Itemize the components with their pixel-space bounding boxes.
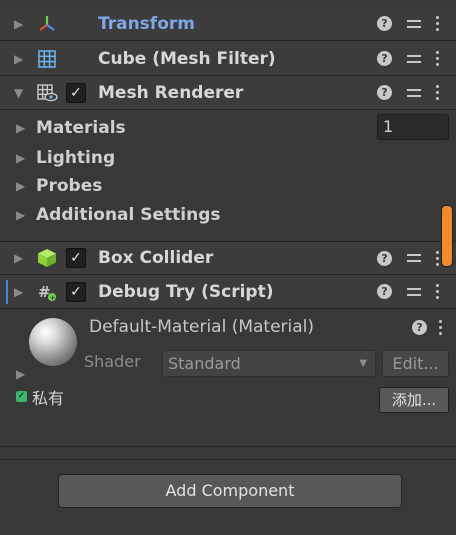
help-icon[interactable]: ? — [377, 284, 392, 299]
fold-arrow-icon[interactable]: ▶ — [16, 208, 30, 222]
component-title[interactable]: Mesh Renderer — [98, 83, 377, 103]
selection-marker — [6, 280, 8, 304]
mesh-renderer-icon — [36, 82, 58, 104]
box-collider-cube-icon — [36, 247, 58, 269]
context-menu-icon[interactable] — [436, 85, 440, 100]
component-title[interactable]: Transform — [98, 14, 377, 34]
fold-arrow-icon[interactable]: ▶ — [16, 121, 30, 135]
component-header-transform[interactable]: ▶ Transform ? — [0, 7, 456, 41]
help-icon[interactable]: ? — [377, 51, 392, 66]
context-menu-icon[interactable] — [436, 51, 440, 66]
private-checkbox[interactable]: ✓ — [16, 391, 27, 402]
fold-arrow-icon[interactable]: ▶ — [16, 151, 30, 165]
materials-count-field[interactable]: 1 — [377, 114, 449, 140]
help-icon[interactable]: ? — [412, 320, 427, 335]
context-menu-icon[interactable] — [436, 250, 440, 266]
material-preview-sphere — [29, 318, 77, 366]
scrollbar-thumb[interactable] — [441, 205, 453, 267]
presets-icon[interactable] — [406, 284, 422, 300]
context-menu-icon[interactable] — [439, 320, 443, 335]
shader-value: Standard — [168, 354, 241, 373]
presets-icon[interactable] — [406, 85, 422, 101]
presets-icon[interactable] — [406, 16, 422, 32]
add-button[interactable]: 添加... — [379, 387, 449, 413]
divider — [0, 459, 456, 460]
svg-text:+: + — [50, 294, 56, 302]
enabled-checkbox[interactable]: ✓ — [66, 248, 86, 268]
fold-arrow-icon[interactable]: ▶ — [16, 179, 30, 193]
section-label: Additional Settings — [36, 205, 221, 225]
fold-arrow-icon[interactable]: ▶ — [14, 17, 28, 31]
section-label: Materials — [36, 118, 126, 138]
component-header-mesh-filter[interactable]: ▶ Cube (Mesh Filter) ? — [0, 42, 456, 76]
section-lighting[interactable]: ▶ Lighting — [0, 143, 456, 173]
shader-label: Shader — [84, 352, 141, 371]
fold-arrow-icon[interactable]: ▶ — [14, 52, 28, 66]
private-label: 私有 — [32, 389, 65, 408]
presets-icon[interactable] — [406, 51, 422, 67]
fold-arrow-icon[interactable]: ▶ — [14, 285, 28, 299]
component-title[interactable]: Debug Try (Script) — [98, 282, 377, 302]
context-menu-icon[interactable] — [436, 284, 440, 299]
divider — [0, 446, 456, 447]
fold-arrow-icon[interactable]: ▶ — [14, 251, 28, 265]
mesh-filter-grid-icon — [36, 48, 58, 70]
presets-icon[interactable] — [406, 250, 422, 266]
add-component-button[interactable]: Add Component — [58, 474, 402, 508]
section-probes[interactable]: ▶ Probes — [0, 171, 456, 201]
shader-dropdown[interactable]: Standard ▼ — [162, 350, 376, 377]
transform-axes-icon — [36, 13, 58, 35]
fold-arrow-icon[interactable]: ▼ — [14, 86, 28, 100]
help-icon[interactable]: ? — [377, 16, 392, 31]
help-icon[interactable]: ? — [377, 85, 392, 100]
chevron-down-icon: ▼ — [359, 358, 367, 369]
material-title[interactable]: Default-Material (Material) — [89, 317, 314, 337]
enabled-checkbox[interactable]: ✓ — [66, 82, 86, 103]
component-header-mesh-renderer[interactable]: ▼ ✓ Mesh Renderer ? — [0, 76, 456, 110]
component-title[interactable]: Cube (Mesh Filter) — [98, 49, 377, 69]
section-label: Lighting — [36, 148, 116, 168]
help-icon[interactable]: ? — [377, 250, 392, 266]
section-additional-settings[interactable]: ▶ Additional Settings — [0, 200, 456, 230]
fold-arrow-icon[interactable]: ▶ — [16, 367, 25, 381]
edit-shader-button[interactable]: Edit... — [382, 350, 449, 377]
component-title[interactable]: Box Collider — [98, 248, 377, 268]
component-header-box-collider[interactable]: ▶ ✓ Box Collider ? — [0, 241, 456, 275]
script-icon: # + — [36, 281, 58, 303]
section-label: Probes — [36, 176, 103, 196]
context-menu-icon[interactable] — [436, 16, 440, 31]
component-header-debug-try-script[interactable]: ▶ # + ✓ Debug Try (Script) ? — [0, 275, 456, 309]
enabled-checkbox[interactable]: ✓ — [66, 281, 86, 302]
